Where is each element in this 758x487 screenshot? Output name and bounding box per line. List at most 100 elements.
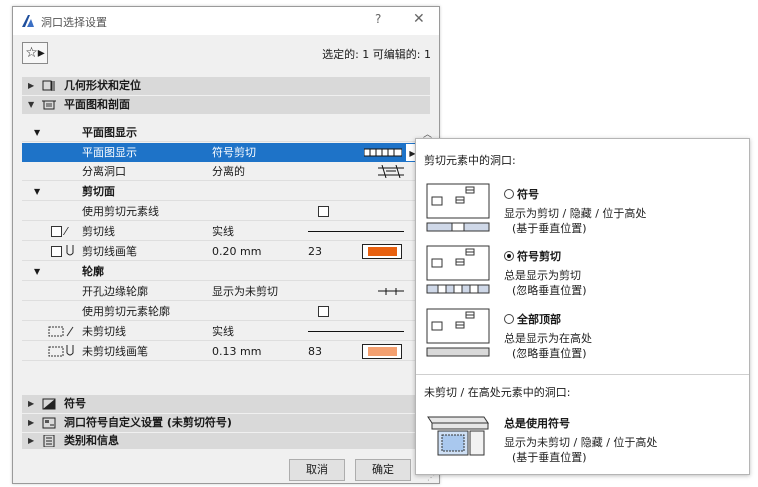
close-icon[interactable]: ✕ xyxy=(413,11,425,27)
section-label: 洞口符号自定义设置 (未剪切符号) xyxy=(64,416,232,429)
group-label: 轮廓 xyxy=(82,265,104,278)
help-icon[interactable]: ? xyxy=(375,12,381,26)
row-value: 分离的 xyxy=(212,165,245,178)
option-desc: 显示为未剪切 / 隐藏 / 位于高处 xyxy=(504,436,658,449)
collapse-arrow-icon[interactable]: ▼ xyxy=(34,182,40,201)
row-opening-edge[interactable]: 开孔边缘轮廓 显示为未剪切 xyxy=(22,282,420,301)
row-plan-display[interactable]: 平面图显示 符号剪切 ▶ xyxy=(22,143,420,162)
option-note: (忽略垂直位置) xyxy=(512,284,587,297)
uncut-line-icon xyxy=(48,326,74,337)
radio-all-top[interactable] xyxy=(504,314,514,324)
divider xyxy=(416,374,749,375)
line-type-icon: ⁄ xyxy=(65,225,67,238)
option-note: (忽略垂直位置) xyxy=(512,347,587,360)
group-outlines[interactable]: ▼ 轮廓 xyxy=(22,262,420,281)
pen-icon xyxy=(66,245,74,256)
option-desc: 总是显示为剪切 xyxy=(504,269,581,282)
opening-settings-dialog: 洞口选择设置 ? ✕ ☆▸ 选定的: 1 可编辑的: 1 ▶ 几何形状和定位 ▼… xyxy=(12,6,440,484)
section-custom-symbol[interactable]: ▶ 洞口符号自定义设置 (未剪切符号) xyxy=(22,414,430,432)
title-bar: 洞口选择设置 ? ✕ xyxy=(13,7,439,35)
expand-arrow-icon[interactable]: ▶ xyxy=(28,77,34,95)
option-always-symbol[interactable]: 总是使用符号 显示为未剪切 / 隐藏 / 位于高处 (基于垂直位置) xyxy=(504,415,657,465)
row-label: 未剪切线 xyxy=(82,325,126,338)
info-list-icon xyxy=(43,435,55,447)
option-all-top[interactable]: 全部顶部 总是显示为在高处 (忽略垂直位置) xyxy=(504,311,592,361)
row-label: 平面图显示 xyxy=(82,146,137,159)
row-uncut-line[interactable]: 未剪切线 实线 xyxy=(22,322,420,341)
row-label: 分离洞口 xyxy=(82,165,126,178)
section-plan-and-section[interactable]: ▼ 平面图和剖面 xyxy=(22,96,430,114)
use-cut-line-checkbox[interactable] xyxy=(318,206,329,217)
symbol-icon xyxy=(42,398,56,410)
row-value: 实线 xyxy=(212,225,234,238)
plan-section-icon xyxy=(42,100,56,110)
option-desc: 总是显示为在高处 xyxy=(504,332,592,345)
popup-header: 剪切元素中的洞口: xyxy=(424,154,516,167)
row-label: 未剪切线画笔 xyxy=(82,345,148,358)
section-label: 符号 xyxy=(64,397,86,410)
selection-info: 选定的: 1 可编辑的: 1 xyxy=(322,48,431,61)
favorites-button[interactable]: ☆▸ xyxy=(22,42,48,64)
section-geometry[interactable]: ▶ 几何形状和定位 xyxy=(22,77,430,95)
pen-number: 83 xyxy=(308,345,322,358)
all-top-option-preview-icon xyxy=(426,308,490,357)
symbol-cut-option-preview-icon xyxy=(426,245,490,294)
plan-display-popup: 剪切元素中的洞口: 符号 显示为剪切 / 隐藏 / 位于高处 (基于垂直位置) … xyxy=(415,138,750,475)
section-label: 平面图和剖面 xyxy=(64,98,130,111)
section-label: 类别和信息 xyxy=(64,434,119,447)
expand-arrow-icon[interactable]: ▶ xyxy=(28,433,34,449)
geometry-icon xyxy=(42,80,55,91)
use-cut-outline-checkbox[interactable] xyxy=(318,306,329,317)
option-symbol-cut[interactable]: 符号剪切 总是显示为剪切 (忽略垂直位置) xyxy=(504,248,587,298)
group-plan-display[interactable]: ▼ 平面图显示 xyxy=(22,123,420,142)
separate-opening-icon xyxy=(378,165,404,178)
pen-color-swatch[interactable] xyxy=(362,344,402,359)
pen-color-swatch[interactable] xyxy=(362,244,402,259)
row-label: 剪切线画笔 xyxy=(82,245,137,258)
custom-symbol-icon xyxy=(42,417,56,429)
window-title: 洞口选择设置 xyxy=(41,16,107,29)
option-symbol[interactable]: 符号 显示为剪切 / 隐藏 / 位于高处 (基于垂直位置) xyxy=(504,186,646,236)
group-cut-surfaces[interactable]: ▼ 剪切面 xyxy=(22,182,420,201)
row-label: 使用剪切元素轮廓 xyxy=(82,305,170,318)
option-note: (基于垂直位置) xyxy=(512,222,587,235)
row-uncut-line-pen[interactable]: 未剪切线画笔 0.13 mm 83 xyxy=(22,342,420,361)
row-separate-opening[interactable]: 分离洞口 分离的 xyxy=(22,162,420,181)
section-classification[interactable]: ▶ 类别和信息 xyxy=(22,433,430,449)
row-cut-line[interactable]: ⁄ 剪切线 实线 xyxy=(22,222,420,241)
row-value: 符号剪切 xyxy=(212,146,256,159)
expand-arrow-icon[interactable]: ▶ xyxy=(28,395,34,413)
popup-header-uncut: 未剪切 / 在高处元素中的洞口: xyxy=(424,386,571,399)
pen-color-fill xyxy=(368,247,397,256)
symbol-option-preview-icon xyxy=(426,183,490,232)
collapse-arrow-icon[interactable]: ▼ xyxy=(28,96,34,114)
option-label: 总是使用符号 xyxy=(504,417,570,430)
option-label: 符号 xyxy=(517,188,539,201)
symbol-cut-preview-icon xyxy=(364,148,402,157)
option-note: (基于垂直位置) xyxy=(512,451,587,464)
row-value: 实线 xyxy=(212,325,234,338)
option-desc: 显示为剪切 / 隐藏 / 位于高处 xyxy=(504,207,647,220)
row-value: 0.20 mm xyxy=(212,245,262,258)
uncut-pen-icon xyxy=(48,345,74,357)
section-symbol[interactable]: ▶ 符号 xyxy=(22,395,430,413)
radio-symbol-cut[interactable] xyxy=(504,251,514,261)
row-use-cut-outline[interactable]: 使用剪切元素轮廓 xyxy=(22,302,420,321)
group-label: 剪切面 xyxy=(82,185,115,198)
expand-arrow-icon[interactable]: ▶ xyxy=(28,414,34,432)
section-label: 几何形状和定位 xyxy=(64,79,141,92)
option-label: 全部顶部 xyxy=(517,313,561,326)
collapse-arrow-icon[interactable]: ▼ xyxy=(34,262,40,281)
row-label: 使用剪切元素线 xyxy=(82,205,159,218)
row-use-cut-line[interactable]: 使用剪切元素线 xyxy=(22,202,420,221)
cancel-button[interactable]: 取消 xyxy=(289,459,345,481)
row-label: 开孔边缘轮廓 xyxy=(82,285,148,298)
cut-line-link-checkbox[interactable] xyxy=(51,226,62,237)
cut-line-pen-link-checkbox[interactable] xyxy=(51,246,62,257)
solid-line-preview xyxy=(308,331,404,332)
radio-symbol[interactable] xyxy=(504,189,514,199)
collapse-arrow-icon[interactable]: ▼ xyxy=(34,123,40,142)
ok-button[interactable]: 确定 xyxy=(355,459,411,481)
row-value: 0.13 mm xyxy=(212,345,262,358)
row-cut-line-pen[interactable]: 剪切线画笔 0.20 mm 23 xyxy=(22,242,420,261)
